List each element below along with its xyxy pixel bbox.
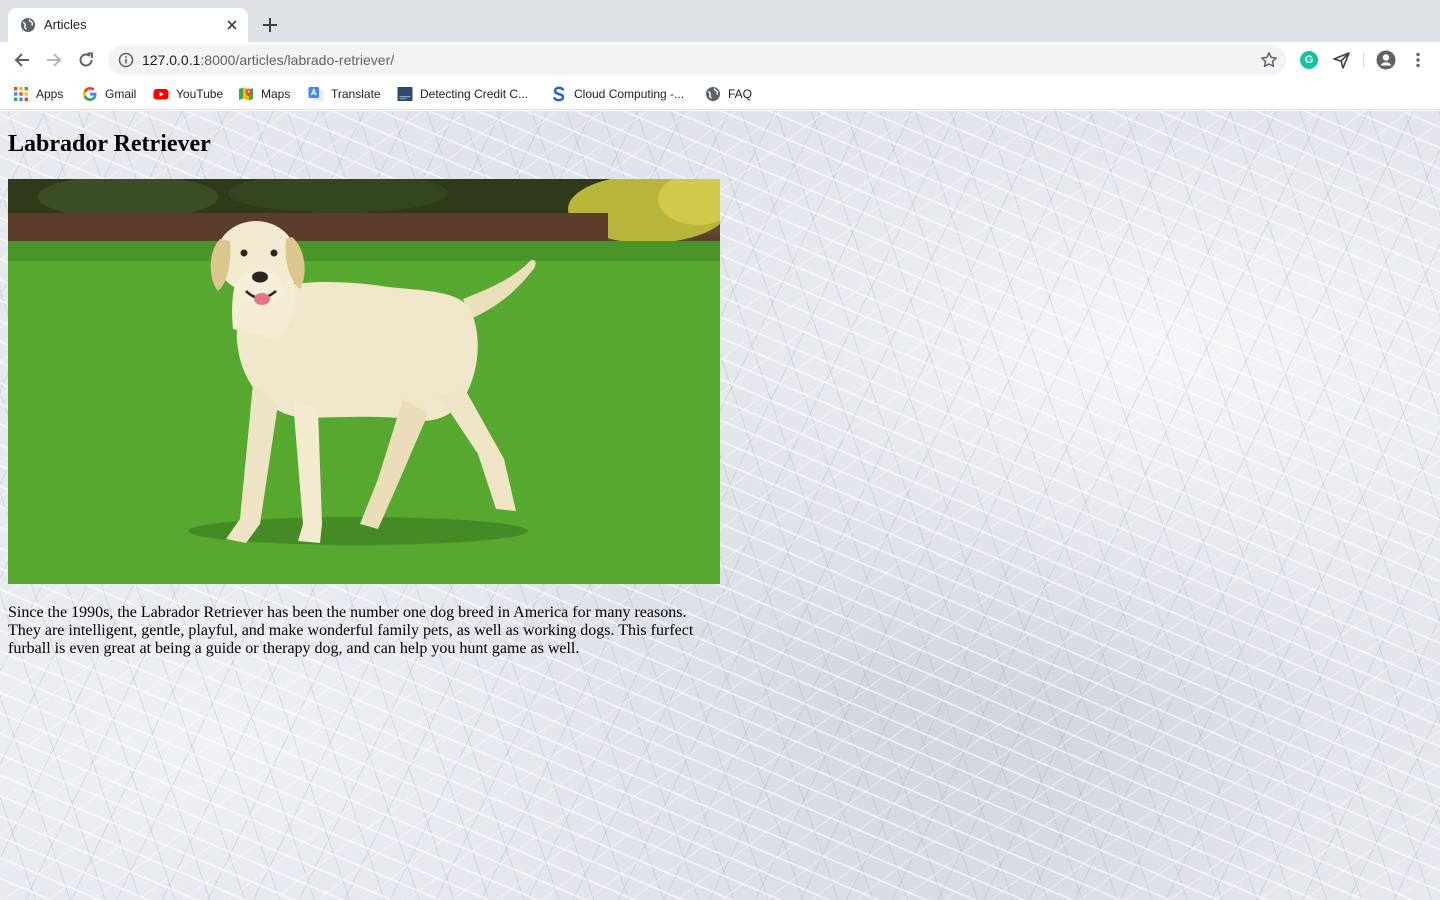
address-bar[interactable]: 127.0.0.1:8000/articles/labrado-retrieve… bbox=[108, 45, 1286, 75]
globe-icon bbox=[706, 87, 720, 101]
bookmark-label: Translate bbox=[331, 87, 381, 101]
bookmark-gmail[interactable]: Gmail bbox=[82, 85, 136, 103]
toolbar: 127.0.0.1:8000/articles/labrado-retrieve… bbox=[0, 42, 1440, 78]
youtube-icon bbox=[153, 89, 169, 100]
profile-avatar-icon[interactable] bbox=[1376, 50, 1396, 70]
send-icon[interactable] bbox=[1331, 50, 1351, 70]
bookmark-label: Apps bbox=[36, 87, 64, 101]
forward-icon[interactable] bbox=[41, 47, 67, 73]
page-content: Labrador Retriever Since the 1990s, the … bbox=[0, 111, 1440, 900]
bookmark-faq[interactable]: FAQ bbox=[705, 85, 752, 103]
tab-title: Articles bbox=[44, 17, 87, 32]
back-icon[interactable] bbox=[9, 47, 35, 73]
google-icon bbox=[83, 87, 97, 101]
document-icon bbox=[397, 87, 413, 101]
bookmark-maps[interactable]: Maps bbox=[238, 85, 290, 103]
article-image bbox=[8, 179, 720, 584]
globe-icon bbox=[21, 18, 35, 32]
info-icon[interactable] bbox=[118, 52, 134, 68]
bookmark-label: FAQ bbox=[728, 87, 753, 101]
url-text[interactable]: 127.0.0.1:8000/articles/labrado-retrieve… bbox=[142, 52, 394, 68]
bookmark-translate[interactable]: Translate bbox=[308, 85, 381, 103]
grammarly-icon[interactable]: G bbox=[1299, 50, 1319, 70]
url-path: :8000/articles/labrado-retriever/ bbox=[200, 52, 395, 68]
article-title: Labrador Retriever bbox=[8, 131, 211, 157]
bookmark-label: Cloud Computing -... bbox=[574, 87, 685, 101]
toolbar-separator bbox=[1363, 52, 1364, 68]
s-logo-icon bbox=[553, 86, 565, 102]
url-host: 127.0.0.1 bbox=[142, 52, 201, 68]
labrador-illustration bbox=[8, 179, 720, 584]
tab-strip: Articles bbox=[0, 0, 1440, 42]
bookmark-label: Maps bbox=[261, 87, 291, 101]
maps-icon bbox=[239, 87, 253, 101]
bookmark-label: YouTube bbox=[176, 87, 224, 101]
article-body: Since the 1990s, the Labrador Retriever … bbox=[8, 604, 694, 657]
bookmark-star-icon[interactable] bbox=[1260, 51, 1278, 69]
apps-grid-icon bbox=[14, 87, 28, 101]
bookmark-apps[interactable]: Apps bbox=[13, 85, 63, 103]
new-tab-icon[interactable] bbox=[258, 13, 282, 37]
bookmark-youtube[interactable]: YouTube bbox=[153, 85, 223, 103]
translate-icon bbox=[308, 87, 324, 101]
bookmark-label: Detecting Credit C... bbox=[420, 87, 529, 101]
bookmark-label: Gmail bbox=[105, 87, 137, 101]
reload-icon[interactable] bbox=[73, 47, 99, 73]
bookmark-cloud-computing[interactable]: Cloud Computing -... bbox=[551, 85, 684, 103]
bookmark-detecting-credit[interactable]: Detecting Credit C... bbox=[397, 85, 528, 103]
tab-articles[interactable]: Articles bbox=[8, 8, 248, 42]
grammarly-glyph: G bbox=[1300, 51, 1318, 69]
close-tab-icon[interactable] bbox=[222, 15, 242, 35]
more-menu-icon[interactable] bbox=[1408, 50, 1428, 70]
bookmarks-bar: Apps Gmail YouTube Maps Translate Detect… bbox=[0, 78, 1440, 110]
